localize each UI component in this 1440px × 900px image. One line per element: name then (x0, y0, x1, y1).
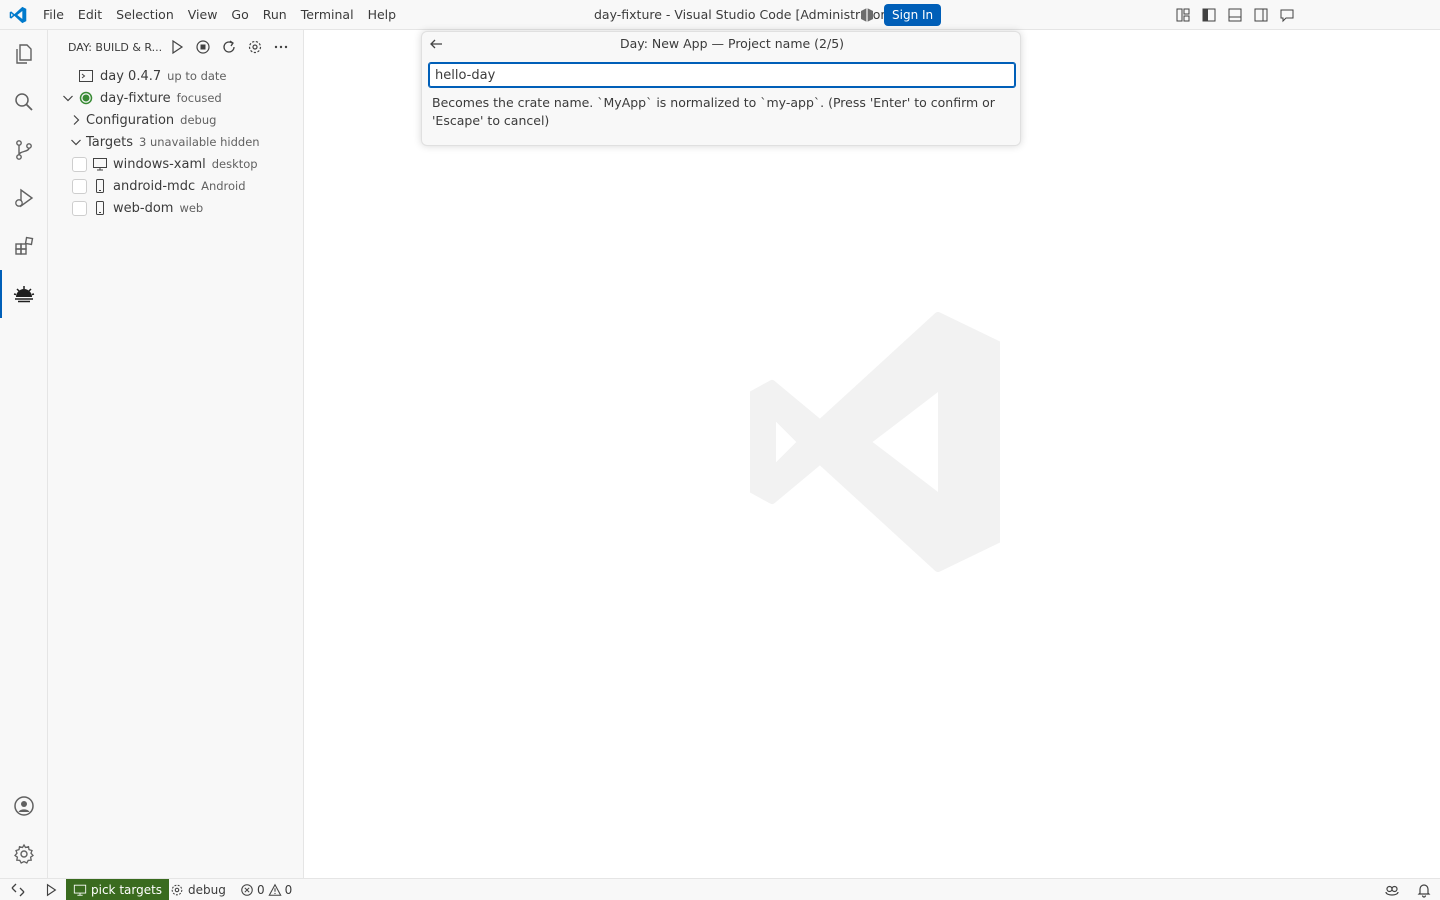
stop-icon[interactable] (190, 36, 216, 58)
warning-icon (268, 883, 282, 896)
problems-status[interactable]: 0 0 (240, 879, 292, 900)
notifications-bell-icon[interactable] (1408, 879, 1440, 900)
day-extension-icon[interactable] (0, 270, 48, 318)
tree-item-description: debug (180, 113, 217, 127)
error-icon (241, 884, 253, 896)
error-count: 0 (257, 883, 265, 897)
window-title: day-fixture - Visual Studio Code [Admini… (594, 7, 891, 22)
vscode-logo-icon (0, 0, 36, 30)
tree-item-label: windows-xaml (113, 156, 206, 172)
tree-item-label: Configuration (86, 112, 175, 128)
settings-gear-icon[interactable] (242, 36, 268, 58)
view-title: DAY: BUILD & R... (68, 41, 163, 54)
tree-item-web-dom[interactable]: web-dom web (48, 197, 304, 219)
menu-terminal[interactable]: Terminal (294, 0, 361, 30)
tree-item-day-version[interactable]: day 0.4.7 up to date (48, 65, 304, 87)
chevron-down-icon[interactable] (60, 90, 76, 106)
menu-selection[interactable]: Selection (109, 0, 181, 30)
status-bar: pick targets debug 0 0 (0, 878, 1440, 900)
pick-targets-button[interactable]: pick targets (66, 879, 170, 900)
extensions-icon[interactable] (0, 222, 48, 270)
menu-file[interactable]: File (36, 0, 71, 30)
tree-item-windows-xaml[interactable]: windows-xaml desktop (48, 153, 304, 175)
pick-targets-label: pick targets (91, 883, 163, 897)
terminal-icon (78, 68, 94, 84)
explorer-icon[interactable] (0, 30, 48, 78)
sign-in-button[interactable]: Sign In (884, 4, 942, 26)
manage-gear-icon[interactable] (0, 830, 48, 878)
tree-item-targets[interactable]: Targets 3 unavailable hidden (48, 131, 304, 153)
chat-icon[interactable] (1274, 0, 1300, 30)
tree-item-description: desktop (211, 157, 258, 171)
customize-layout-icon[interactable] (1170, 0, 1196, 30)
tree-item-label: android-mdc (113, 178, 196, 194)
vscode-watermark-icon (750, 312, 1000, 572)
phone-icon (92, 200, 108, 216)
quick-input-message: Becomes the crate name. `MyApp` is norma… (432, 95, 995, 128)
tree-item-label: Targets (86, 134, 133, 150)
quick-input-header: Day: New App — Project name (2/5) (422, 32, 1022, 56)
tree-item-description: web (179, 201, 204, 215)
menu-go[interactable]: Go (224, 0, 255, 30)
menu-view[interactable]: View (181, 0, 225, 30)
menu-help[interactable]: Help (361, 0, 404, 30)
tree-item-description: focused (176, 91, 222, 105)
copilot-status-icon[interactable] (1376, 879, 1408, 900)
layout-controls (1170, 0, 1300, 30)
tree-item-day-fixture[interactable]: day-fixture focused (48, 87, 304, 109)
tree-item-description: up to date (167, 69, 227, 83)
remote-indicator-icon[interactable] (0, 879, 36, 900)
tree-item-description: Android (201, 179, 246, 193)
toggle-secondary-sidebar-icon[interactable] (1248, 0, 1274, 30)
side-bar: DAY: BUILD & R... day 0.4.7 up to date d… (48, 30, 304, 878)
editor-area (305, 30, 1440, 878)
more-actions-icon[interactable] (268, 36, 294, 58)
accounts-icon[interactable] (0, 782, 48, 830)
warning-count: 0 (284, 883, 293, 897)
gear-icon (171, 884, 183, 896)
source-control-icon[interactable] (0, 126, 48, 174)
activity-bar (0, 30, 48, 878)
tree-item-label: day 0.4.7 (100, 68, 162, 84)
view-header: DAY: BUILD & R... (48, 30, 304, 65)
run-and-debug-icon[interactable] (0, 174, 48, 222)
quick-input-title: Day: New App — Project name (2/5) (619, 36, 845, 51)
toggle-primary-sidebar-icon[interactable] (1196, 0, 1222, 30)
toggle-panel-icon[interactable] (1222, 0, 1248, 30)
chevron-down-icon[interactable] (68, 134, 84, 150)
view-actions (164, 36, 294, 58)
configuration-status[interactable]: debug (170, 879, 226, 900)
title-bar: File Edit Selection View Go Run Terminal… (0, 0, 1440, 30)
project-name-input[interactable] (428, 62, 1016, 88)
target-checkbox[interactable] (72, 156, 87, 172)
desktop-icon (92, 156, 108, 172)
status-dot-icon (78, 90, 94, 106)
run-icon[interactable] (40, 879, 62, 900)
tree-item-android-mdc[interactable]: android-mdc Android (48, 175, 304, 197)
quick-input-widget: Day: New App — Project name (2/5) Become… (421, 31, 1021, 146)
status-bar-right (1376, 879, 1440, 900)
desktop-icon (73, 884, 87, 896)
chevron-right-icon[interactable] (68, 112, 84, 128)
tree-item-label: web-dom (113, 200, 174, 216)
tree-item-label: day-fixture (100, 90, 171, 106)
search-icon[interactable] (0, 78, 48, 126)
menu-run[interactable]: Run (256, 0, 294, 30)
run-icon[interactable] (164, 36, 190, 58)
refresh-icon[interactable] (216, 36, 242, 58)
menu-bar: File Edit Selection View Go Run Terminal… (36, 0, 403, 30)
menu-edit[interactable]: Edit (71, 0, 109, 30)
copilot-icon[interactable] (858, 6, 876, 24)
tree-item-configuration[interactable]: Configuration debug (48, 109, 304, 131)
configuration-label: debug (188, 883, 226, 897)
target-checkbox[interactable] (72, 200, 87, 216)
target-checkbox[interactable] (72, 178, 87, 194)
phone-icon (92, 178, 108, 194)
tree-item-description: 3 unavailable hidden (139, 135, 260, 149)
